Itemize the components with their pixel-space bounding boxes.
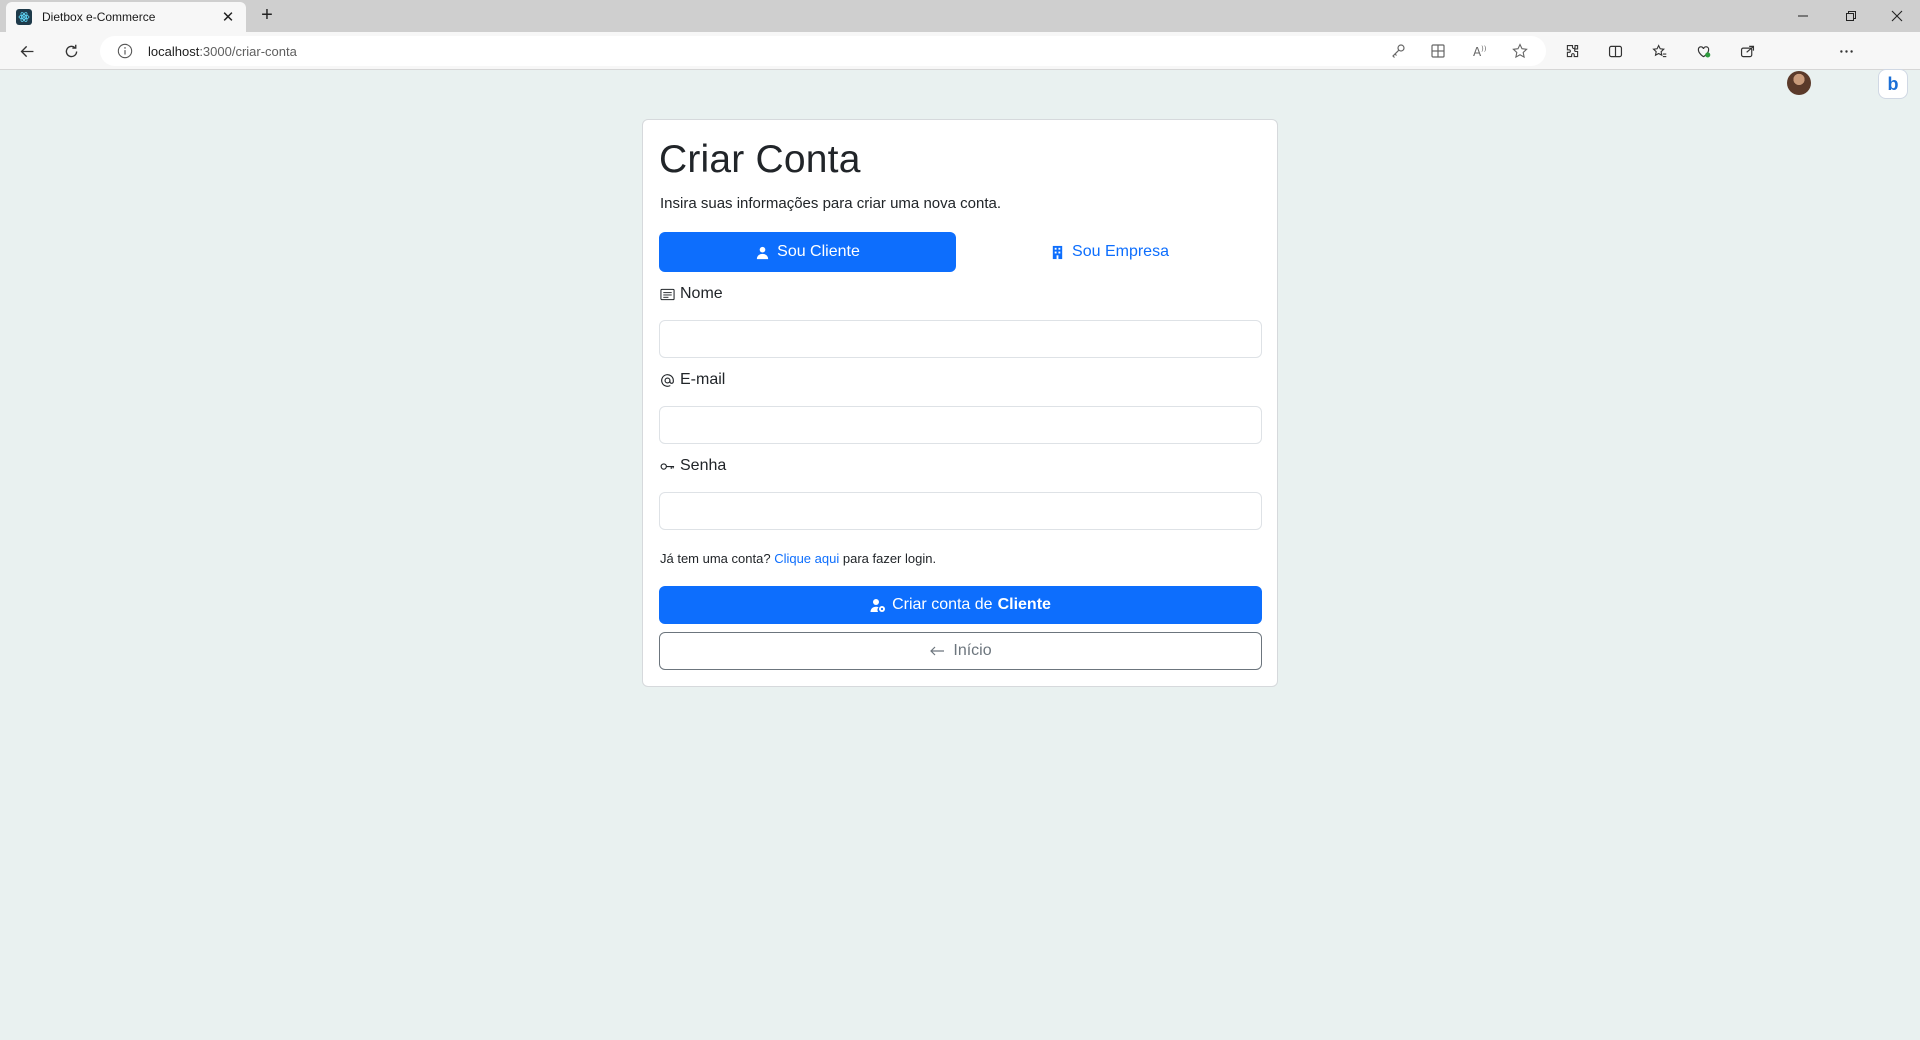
tab-close-icon[interactable]: ✕ — [220, 8, 236, 26]
page-title: Criar Conta — [659, 138, 861, 181]
bing-copilot-icon[interactable]: b — [1878, 69, 1908, 99]
back-arrow-icon[interactable] — [12, 36, 42, 66]
refresh-icon[interactable] — [56, 36, 86, 66]
name-label-text: Nome — [680, 285, 723, 302]
window-close-icon[interactable] — [1874, 0, 1920, 32]
site-info-icon[interactable] — [116, 42, 134, 60]
tab-sou-cliente-label: Sou Cliente — [777, 243, 860, 260]
card-text-icon — [660, 288, 675, 300]
address-bar[interactable]: localhost:3000/criar-conta A)) — [100, 36, 1546, 66]
read-aloud-icon[interactable]: A)) — [1470, 42, 1490, 60]
login-hint-prefix: Já tem uma conta? — [660, 551, 771, 566]
split-screen-icon[interactable] — [1600, 36, 1630, 66]
browser-tab-bar: Dietbox e-Commerce ✕ + — [0, 0, 1920, 32]
password-input[interactable] — [659, 492, 1262, 530]
create-account-prefix: Criar conta de — [892, 596, 993, 613]
browser-tab-title: Dietbox e-Commerce — [42, 10, 156, 24]
new-tab-button[interactable]: + — [254, 4, 280, 28]
key-icon — [660, 462, 675, 470]
restore-icon[interactable] — [1828, 0, 1874, 32]
apps-icon[interactable] — [1428, 42, 1448, 60]
login-link[interactable]: Clique aqui — [774, 551, 839, 566]
share-icon[interactable] — [1732, 36, 1762, 66]
person-icon — [757, 246, 769, 259]
email-input[interactable] — [659, 406, 1262, 444]
more-options-icon[interactable] — [1831, 36, 1861, 66]
home-button-label: Início — [953, 642, 992, 659]
page-subtitle: Insira suas informações para criar uma n… — [660, 195, 1001, 212]
create-account-type: Cliente — [997, 596, 1051, 613]
password-label-text: Senha — [680, 457, 727, 474]
browser-tab[interactable]: Dietbox e-Commerce ✕ — [6, 2, 246, 32]
signup-card: Criar Conta Insira suas informações para… — [642, 119, 1278, 687]
minimize-icon[interactable] — [1780, 0, 1826, 32]
react-favicon-icon — [16, 9, 32, 25]
at-sign-icon — [661, 373, 674, 387]
building-icon — [1052, 245, 1063, 259]
browser-essentials-icon[interactable] — [1688, 36, 1718, 66]
email-label: E-mail — [660, 371, 725, 389]
arrow-left-icon — [930, 646, 945, 656]
person-gear-icon — [870, 599, 886, 612]
password-label: Senha — [660, 457, 726, 475]
tab-sou-cliente[interactable]: Sou Cliente — [659, 232, 956, 272]
key-icon[interactable] — [1388, 42, 1408, 60]
tab-sou-empresa[interactable]: Sou Empresa — [961, 232, 1258, 272]
tab-sou-empresa-label: Sou Empresa — [1072, 243, 1169, 260]
profile-avatar[interactable] — [1787, 71, 1811, 95]
create-account-button[interactable]: Criar conta de Cliente — [659, 586, 1262, 624]
login-hint-suffix: para fazer login. — [842, 551, 937, 566]
favorites-icon[interactable] — [1644, 36, 1674, 66]
browser-toolbar: localhost:3000/criar-conta A)) b — [0, 32, 1920, 99]
extensions-icon[interactable] — [1557, 36, 1587, 66]
name-label: Nome — [660, 285, 723, 303]
url-path: :3000/criar-conta — [199, 43, 297, 59]
url-host: localhost — [148, 43, 200, 59]
address-url[interactable]: localhost:3000/criar-conta — [148, 44, 297, 59]
home-button[interactable]: Início — [659, 632, 1262, 670]
login-hint: Já tem uma conta? Clique aqui para fazer… — [660, 551, 936, 566]
svg-text:)): )) — [1481, 45, 1487, 53]
email-label-text: E-mail — [680, 371, 726, 388]
favorite-star-icon[interactable] — [1510, 42, 1530, 60]
name-input[interactable] — [659, 320, 1262, 358]
